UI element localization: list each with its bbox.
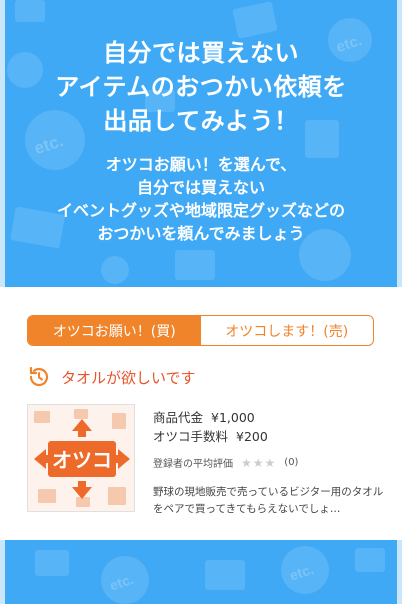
hero-title: 自分では買えない アイテムのおつかい依頼を 出品してみよう！ [5,36,397,138]
hero-title-line: アイテムのおつかい依頼を [55,73,347,101]
hero-subtitle-line: イベントグッズや地域限定グッズなどの [56,201,345,220]
listing-title: タオルが欲しいです [61,368,196,387]
price-value: ¥1,000 [211,410,255,425]
tab-offer-sell[interactable]: オツコします！(売) [201,316,374,345]
hero-title-line: 自分では買えない [103,39,299,67]
listing-description: 野球の現地販売で売っているビジター用のタオルをペアで買ってきてもらえないでしょ… [153,486,384,515]
clock-arrow-icon [29,366,49,387]
fee-row: オツコ手数料 ¥200 [153,427,385,446]
hero-banner: etc. etc. 自分では買えない アイテムのおつかい依頼を 出品してみよう！… [0,0,402,287]
rating-stars: ★★★ [241,456,276,470]
footer-banner: etc. etc. [0,540,402,604]
rating-row: 登録者の平均評価 ★★★ (0) [153,455,385,471]
mode-tabs: オツコお願い！(買) オツコします！(売) [27,315,374,346]
listing-title-row[interactable]: タオルが欲しいです [27,364,196,390]
price-label: 商品代金 [153,410,204,425]
hero-subtitle-line: オツコお願い！を選んで、 [105,155,297,174]
star-icon: ★ [241,455,253,470]
fee-label: オツコ手数料 [153,429,229,444]
star-icon: ★ [264,455,277,470]
listing-info: 商品代金 ¥1,000 オツコ手数料 ¥200 登録者の平均評価 ★★★ (0) 野… [153,408,385,518]
star-icon: ★ [252,455,265,470]
fee-value: ¥200 [236,429,268,444]
listing-thumbnail[interactable]: オツコ [27,404,135,512]
hero-subtitle-line: 自分では買えない [136,178,265,197]
price-row: 商品代金 ¥1,000 [153,408,385,427]
background-pattern: etc. etc. [35,546,385,604]
listing-card: オツコお願い！(買) オツコします！(売) タオルが欲しいです オツコ 商品代金… [8,287,394,540]
tab-request-buy[interactable]: オツコお願い！(買) [28,316,201,345]
hero-subtitle-line: おつかいを頼んでみましょう [97,224,305,243]
rating-count: (0) [284,457,299,468]
thumb-label: オツコ [52,448,112,472]
otsuko-logo-icon: オツコ [34,409,130,507]
rating-label: 登録者の平均評価 [153,459,233,470]
hero-subtitle: オツコお願い！を選んで、 自分では買えない イベントグッズや地域限定グッズなどの… [5,153,397,245]
hero-title-line: 出品してみよう！ [103,107,299,135]
